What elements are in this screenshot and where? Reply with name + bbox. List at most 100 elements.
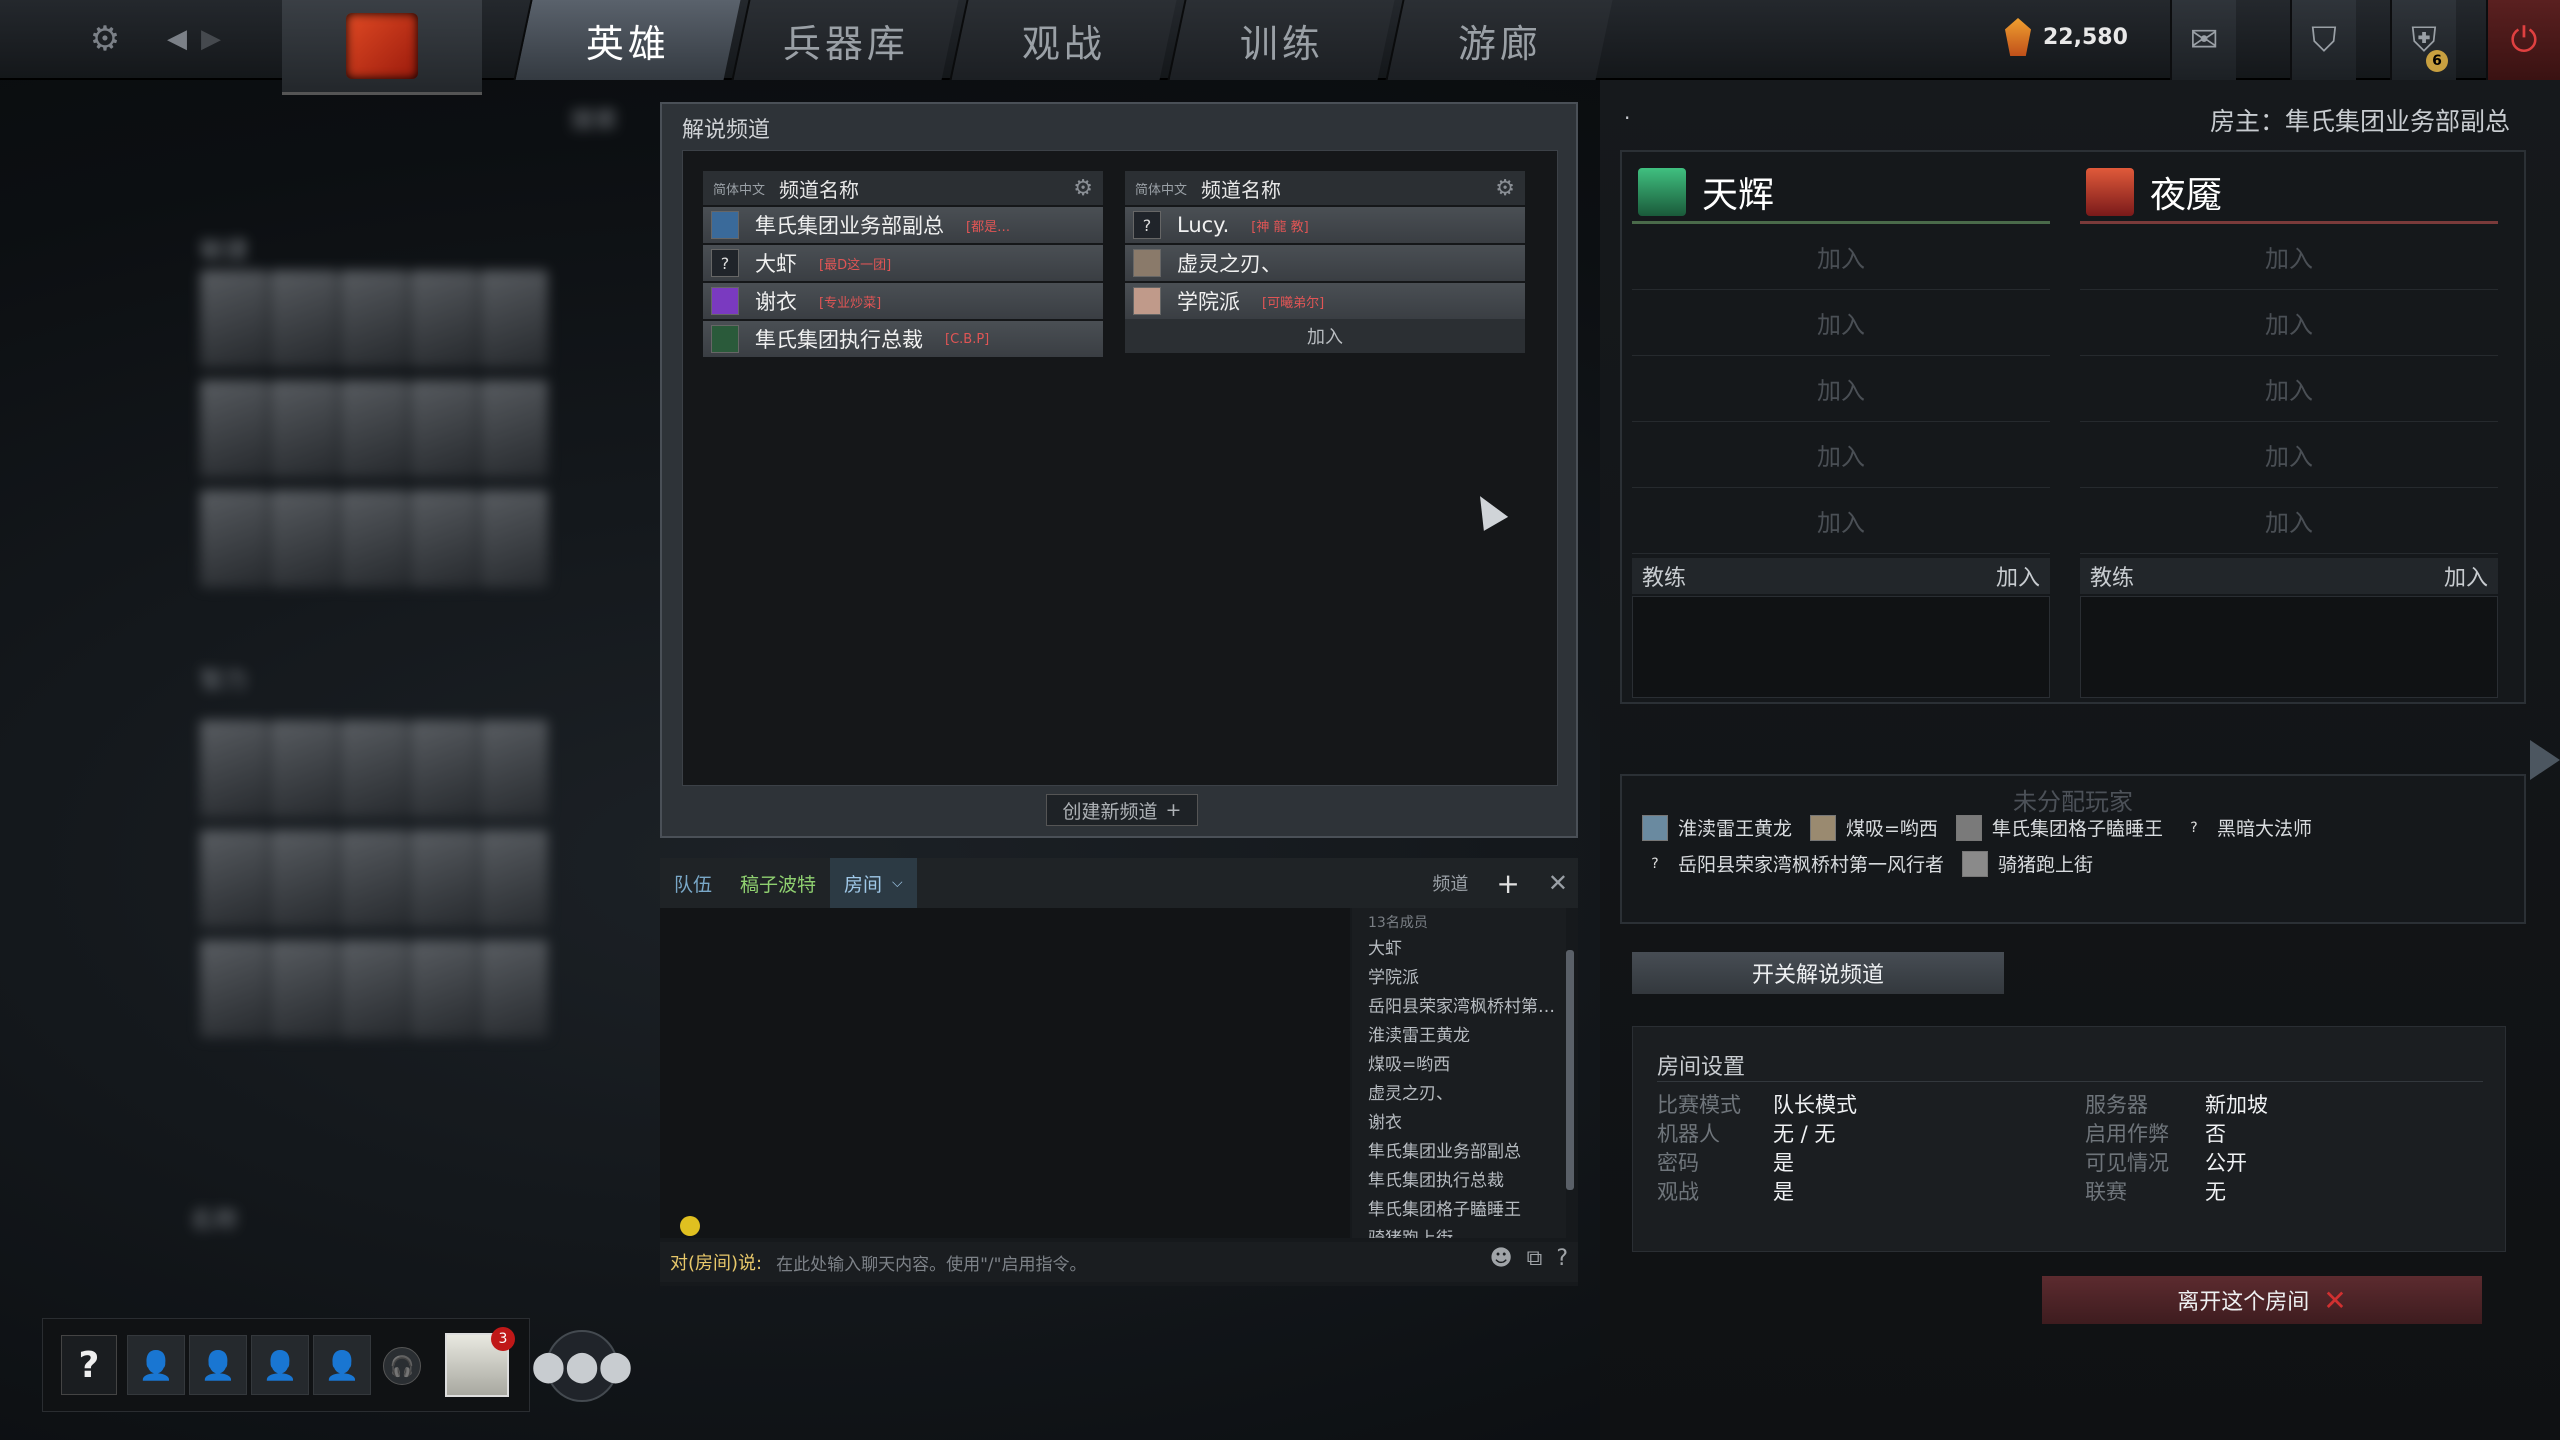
chat-tab-room[interactable]: 房间 ⌵ — [830, 858, 917, 908]
radiant-slot-4[interactable]: 加入 — [1632, 422, 2050, 488]
hero-portrait[interactable] — [410, 380, 478, 478]
hero-portrait[interactable] — [480, 490, 548, 588]
member-list-item[interactable]: 谢衣 — [1368, 1108, 1566, 1137]
power-button[interactable]: ⏻ — [2486, 0, 2560, 80]
member-list-item[interactable]: 隼氏集团执行总裁 — [1368, 1166, 1566, 1195]
radiant-slot-2[interactable]: 加入 — [1632, 290, 2050, 356]
dire-slot-5[interactable]: 加入 — [2080, 488, 2498, 554]
hero-portrait[interactable] — [410, 490, 478, 588]
hero-portrait[interactable] — [200, 490, 268, 588]
hero-portrait[interactable] — [410, 270, 478, 368]
unassigned-player[interactable]: 骑猪跑上街 — [1962, 850, 2093, 877]
member-list-item[interactable]: 煤吸=哟西 — [1368, 1050, 1566, 1079]
chat-tab-team[interactable]: 队伍 — [660, 858, 726, 908]
inventory-button[interactable]: ⛉ — [2290, 0, 2356, 80]
gear-icon[interactable]: ⚙ — [1073, 176, 1093, 201]
party-slot-icon[interactable]: 👤 — [251, 1335, 309, 1395]
emoticon-icon[interactable]: ☻ — [1490, 1246, 1513, 1271]
channel-language[interactable]: 简体中文 — [1135, 179, 1187, 198]
close-icon[interactable]: ✕ — [1548, 869, 1568, 897]
party-slot-icon[interactable]: 👤 — [189, 1335, 247, 1395]
profile-avatar[interactable]: 3 — [445, 1327, 515, 1397]
add-channel-icon[interactable]: + — [1496, 867, 1519, 900]
shards-display[interactable]: 22,580 — [2005, 18, 2128, 56]
hero-portrait[interactable] — [480, 940, 548, 1038]
tab-watch[interactable]: 观战 — [949, 0, 1177, 80]
tab-heroes[interactable]: 英雄 — [513, 0, 741, 80]
expand-arrow-icon[interactable] — [2530, 740, 2560, 780]
help-button[interactable]: ? — [61, 1335, 117, 1395]
channel-member-row[interactable]: 学院派 [可曦弟尔] — [1125, 283, 1525, 319]
coach-join-button[interactable]: 加入 — [2444, 560, 2488, 592]
radiant-slot-5[interactable]: 加入 — [1632, 488, 2050, 554]
member-list-item[interactable]: 岳阳县荣家湾枫桥村第… — [1368, 992, 1566, 1021]
hero-portrait[interactable] — [410, 830, 478, 928]
hero-portrait[interactable] — [270, 720, 338, 818]
friends-group-icon[interactable]: ⬤⬤⬤ — [532, 1330, 632, 1402]
hero-portrait[interactable] — [200, 270, 268, 368]
member-list-item[interactable]: 虚灵之刃、 — [1368, 1079, 1566, 1108]
member-list-scrollbar[interactable] — [1566, 950, 1574, 1190]
member-list-item[interactable]: 大虾 — [1368, 934, 1566, 963]
dire-slot-1[interactable]: 加入 — [2080, 224, 2498, 290]
member-list-item[interactable]: 学院派 — [1368, 963, 1566, 992]
channel-member-row[interactable]: ? Lucy. [神 龍 教] — [1125, 207, 1525, 243]
leave-room-button[interactable]: 离开这个房间 ✕ — [2042, 1276, 2482, 1324]
unassigned-player[interactable]: ? 黑暗大法师 — [2181, 814, 2312, 841]
channel-member-row[interactable]: 谢衣 [专业炒菜] — [703, 283, 1103, 319]
member-list-item[interactable]: 淮渎雷王黄龙 — [1368, 1021, 1566, 1050]
unassigned-player[interactable]: 淮渎雷王黄龙 — [1642, 814, 1792, 841]
channel-member-row[interactable]: ? 大虾 [最D这一团] — [703, 245, 1103, 281]
help-icon[interactable]: ? — [1556, 1246, 1568, 1271]
hero-portrait[interactable] — [480, 720, 548, 818]
channel-member-row[interactable]: 隼氏集团业务部副总 [都是… — [703, 207, 1103, 243]
headset-icon[interactable]: 🎧 — [383, 1347, 421, 1385]
hero-portrait[interactable] — [340, 830, 408, 928]
hero-portrait[interactable] — [200, 720, 268, 818]
member-list-item[interactable]: 骑猪跑上街 — [1368, 1224, 1566, 1238]
hero-portrait[interactable] — [480, 830, 548, 928]
hero-portrait[interactable] — [200, 830, 268, 928]
hero-portrait[interactable] — [480, 270, 548, 368]
channel-language[interactable]: 简体中文 — [713, 179, 765, 198]
hero-portrait[interactable] — [340, 270, 408, 368]
chat-tab-user[interactable]: 稿子波特 — [726, 858, 830, 908]
dire-slot-3[interactable]: 加入 — [2080, 356, 2498, 422]
hero-portrait[interactable] — [340, 380, 408, 478]
chat-input-field[interactable]: 在此处输入聊天内容。使用"/"启用指令。 — [776, 1250, 1086, 1275]
dire-slot-4[interactable]: 加入 — [2080, 422, 2498, 488]
hero-portrait[interactable] — [340, 720, 408, 818]
tab-armory[interactable]: 兵器库 — [731, 0, 959, 80]
settings-gear-icon[interactable]: ⚙ — [80, 14, 130, 64]
member-list-item[interactable]: 隼氏集团格子瞌睡王 — [1368, 1195, 1566, 1224]
hero-portrait[interactable] — [340, 940, 408, 1038]
image-icon[interactable]: ⧉ — [1527, 1246, 1543, 1271]
party-slot-icon[interactable]: 👤 — [313, 1335, 371, 1395]
channel-button[interactable]: 频道 — [1432, 870, 1468, 896]
hero-portrait[interactable] — [340, 490, 408, 588]
chat-mail-button[interactable]: ✉ — [2170, 0, 2236, 80]
dire-slot-2[interactable]: 加入 — [2080, 290, 2498, 356]
channel-member-row[interactable]: 隼氏集团执行总裁 [C.B.P] — [703, 321, 1103, 357]
hero-portrait[interactable] — [270, 270, 338, 368]
channel-join-button[interactable]: 加入 — [1125, 319, 1525, 353]
unassigned-player[interactable]: 隼氏集团格子瞌睡王 — [1955, 814, 2163, 841]
unassigned-player[interactable]: 煤吸=哟西 — [1810, 814, 1938, 841]
coach-join-button[interactable]: 加入 — [1996, 560, 2040, 592]
member-list-item[interactable]: 隼氏集团业务部副总 — [1368, 1137, 1566, 1166]
hero-portrait[interactable] — [200, 380, 268, 478]
channel-member-row[interactable]: 虚灵之刃、 — [1125, 245, 1525, 281]
hero-portrait[interactable] — [270, 490, 338, 588]
hero-portrait[interactable] — [480, 380, 548, 478]
hero-portrait[interactable] — [270, 380, 338, 478]
hero-portrait[interactable] — [410, 720, 478, 818]
chat-input-row[interactable]: 对(房间)说: 在此处输入聊天内容。使用"/"启用指令。 ☻ ⧉ ? — [660, 1242, 1578, 1282]
radiant-slot-1[interactable]: 加入 — [1632, 224, 2050, 290]
forward-arrow-icon[interactable]: ▶ — [186, 14, 236, 64]
tab-learn[interactable]: 训练 — [1167, 0, 1395, 80]
hero-portrait[interactable] — [200, 940, 268, 1038]
hero-portrait[interactable] — [410, 940, 478, 1038]
hero-portrait[interactable] — [270, 940, 338, 1038]
gear-icon[interactable]: ⚙ — [1495, 176, 1515, 201]
hero-portrait[interactable] — [270, 830, 338, 928]
